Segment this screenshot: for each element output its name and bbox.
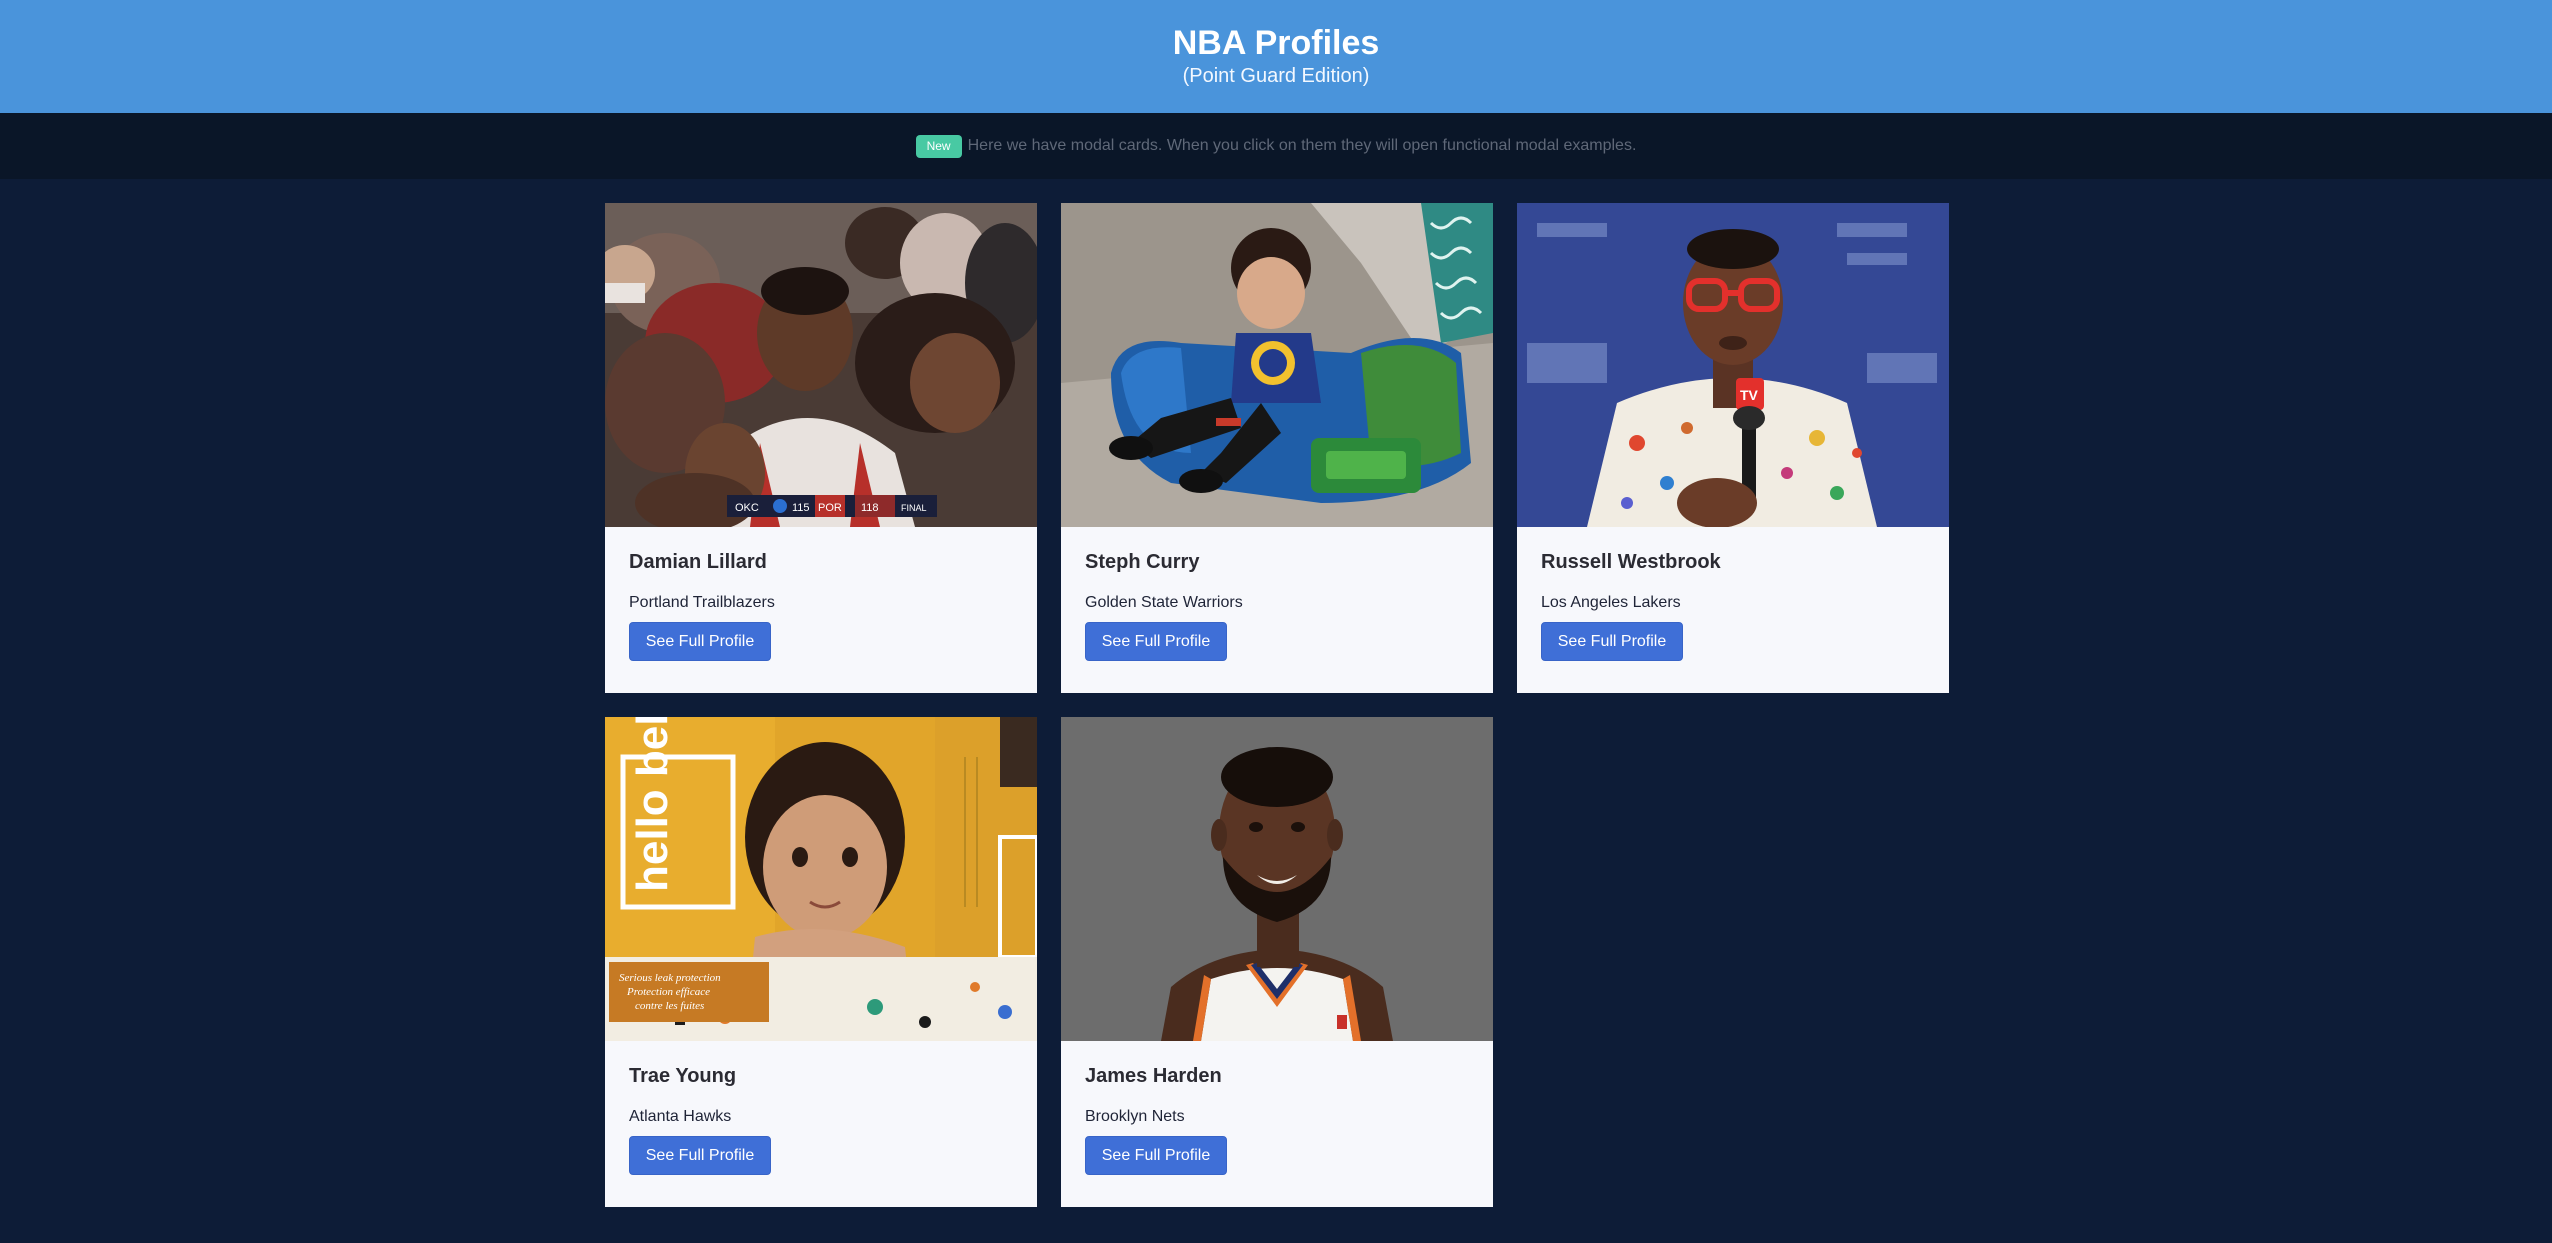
box-brand-text: hello bello	[628, 717, 677, 892]
player-team: Los Angeles Lakers	[1541, 594, 1681, 611]
see-full-profile-button[interactable]: See Full Profile	[629, 622, 771, 661]
box-banner-line3: contre les fuites	[635, 1000, 704, 1012]
player-team: Brooklyn Nets	[1085, 1108, 1185, 1125]
baby-on-couch-photo[interactable]	[1061, 203, 1493, 527]
profile-card-steph-curry[interactable]: Steph Curry Golden State Warriors See Fu…	[1061, 203, 1493, 693]
notice-bar: New Here we have modal cards. When you c…	[0, 113, 2552, 179]
player-team: Atlanta Hawks	[629, 1108, 732, 1125]
box-banner-line2: Protection efficace	[626, 986, 710, 998]
player-team: Portland Trailblazers	[629, 594, 775, 611]
notice-text: Here we have modal cards. When you click…	[967, 137, 1637, 154]
press-conference-photo[interactable]: TV	[1517, 203, 1949, 527]
scoreboard-team-b: POR	[818, 502, 842, 514]
player-name: Russell Westbrook	[1541, 551, 1721, 573]
new-badge: New	[915, 134, 962, 158]
see-full-profile-button[interactable]: See Full Profile	[629, 1136, 771, 1175]
see-full-profile-button[interactable]: See Full Profile	[1085, 1136, 1227, 1175]
profile-card-russell-westbrook[interactable]: TV Russell Westbrook Los Angeles Lakers …	[1517, 203, 1949, 693]
player-name: Steph Curry	[1085, 551, 1200, 573]
profile-card-trae-young[interactable]: hello bello Serious leak protection Prot…	[605, 717, 1037, 1207]
scoreboard-score-b: 118	[861, 502, 879, 514]
profile-card-damian-lillard[interactable]: OKC 115 POR 118 FINAL Damian Lillard Por…	[605, 203, 1037, 693]
player-headshot-photo[interactable]	[1061, 717, 1493, 1041]
player-name: Trae Young	[629, 1065, 737, 1087]
page-title: NBA Profiles	[1172, 24, 1380, 62]
player-celebration-photo[interactable]: OKC 115 POR 118 FINAL	[605, 203, 1037, 527]
mic-flag-label: TV	[1740, 387, 1759, 403]
box-banner-line1: Serious leak protection	[619, 972, 721, 984]
player-name: Damian Lillard	[629, 551, 767, 573]
baby-diaper-box-photo[interactable]: hello bello Serious leak protection Prot…	[605, 717, 1037, 1041]
page-subtitle: (Point Guard Edition)	[1182, 65, 1370, 87]
player-name: James Harden	[1085, 1065, 1222, 1087]
player-team: Golden State Warriors	[1085, 594, 1243, 611]
see-full-profile-button[interactable]: See Full Profile	[1085, 622, 1227, 661]
scoreboard-score-a: 115	[792, 502, 810, 514]
see-full-profile-button[interactable]: See Full Profile	[1541, 622, 1683, 661]
profile-card-james-harden[interactable]: James Harden Brooklyn Nets See Full Prof…	[1061, 717, 1493, 1207]
scoreboard-team-a: OKC	[735, 502, 759, 514]
page-header: NBA Profiles (Point Guard Edition)	[0, 0, 2552, 113]
scoreboard-status: FINAL	[901, 503, 927, 513]
